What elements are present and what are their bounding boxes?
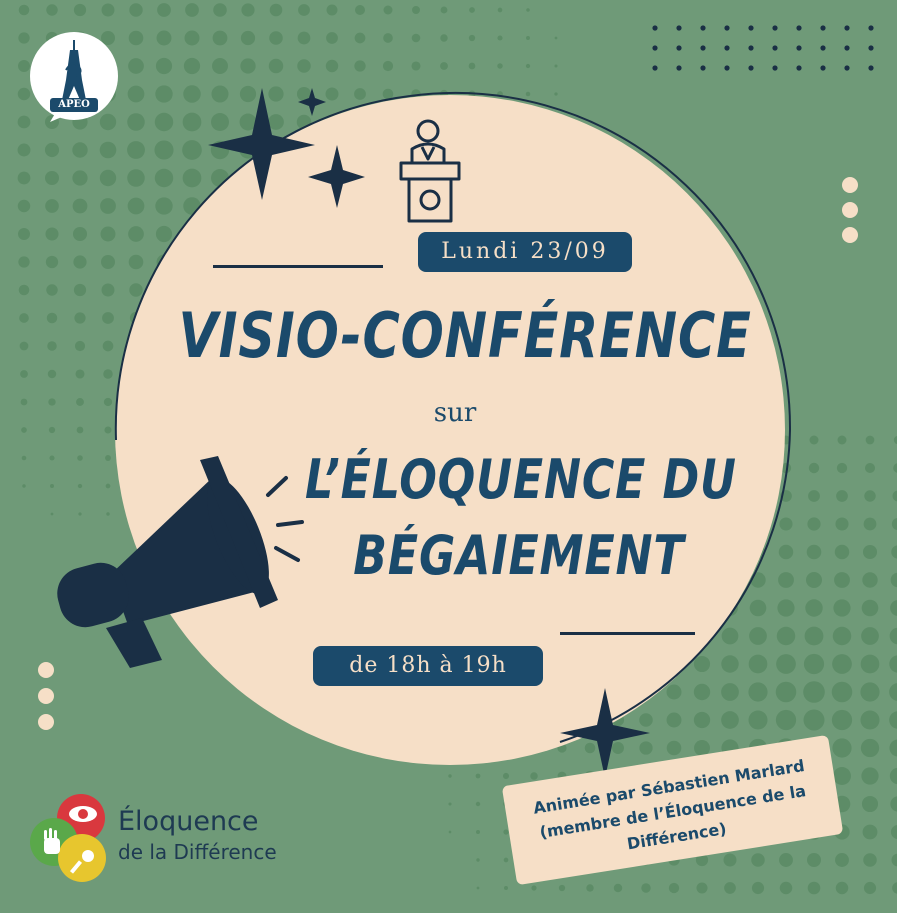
footer-logo-title: Éloquence [118,806,259,837]
footer-logo-subtitle: de la Différence [118,840,277,864]
apeo-badge: APEO [28,30,120,122]
apeo-label: APEO [58,99,90,110]
headline-eloquence: L’ÉLOQUENCE DU [305,448,737,511]
eloquence-difference-logo [30,794,106,882]
divider-line-bottom [560,632,695,635]
connector-word: sur [433,398,477,428]
headline-begaiement: BÉGAIEMENT [353,524,685,587]
megaphone-icon [57,456,304,668]
time-badge: de 18h à 19h [313,646,543,686]
speaker-at-podium-icon [399,119,461,223]
headline-visio-conference: VISIO-CONFÉRENCE [178,299,752,372]
divider-line-top [213,265,383,268]
date-badge: Lundi 23/09 [418,232,632,272]
